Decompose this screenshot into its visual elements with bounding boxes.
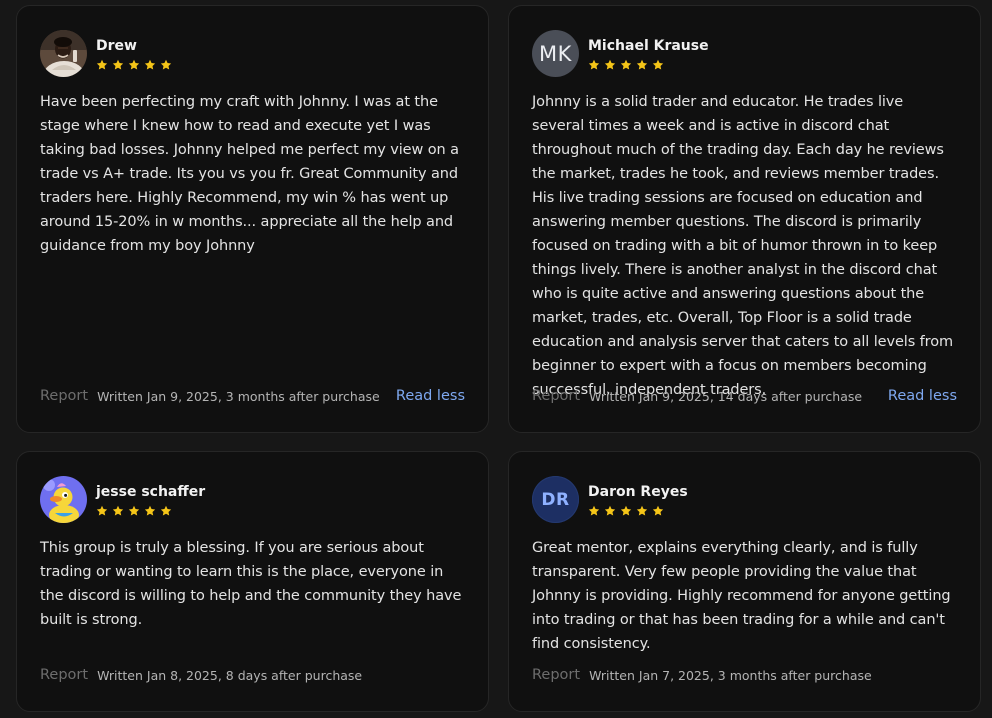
star-icon bbox=[620, 59, 632, 70]
star-icon bbox=[588, 505, 600, 516]
star-icon bbox=[144, 505, 156, 516]
review-card: Drew Have been perfecting my craft with … bbox=[16, 5, 489, 433]
reviewer-name: Michael Krause bbox=[588, 38, 709, 54]
star-icon bbox=[588, 59, 600, 70]
star-icon bbox=[112, 59, 124, 70]
avatar-initials: DR bbox=[541, 489, 570, 510]
star-icon bbox=[112, 505, 124, 516]
star-icon bbox=[160, 505, 172, 516]
review-footer: Report Written Jan 7, 2025, 3 months aft… bbox=[532, 663, 957, 687]
review-card: jesse schaffer This group is truly a ble… bbox=[16, 451, 489, 712]
avatar bbox=[40, 476, 87, 523]
review-text: Great mentor, explains everything clearl… bbox=[532, 540, 951, 652]
avatar: DR bbox=[532, 476, 579, 523]
review-footer: Report Written Jan 9, 2025, 3 months aft… bbox=[40, 384, 465, 408]
review-footer: Report Written Jan 8, 2025, 8 days after… bbox=[40, 663, 465, 687]
star-icon bbox=[144, 59, 156, 70]
star-icon bbox=[604, 59, 616, 70]
star-icon bbox=[636, 505, 648, 516]
written-date: Written Jan 8, 2025, 8 days after purcha… bbox=[97, 667, 363, 683]
review-card: DR Daron Reyes Great mentor, explains ev… bbox=[508, 451, 981, 712]
read-less-link[interactable]: Read less bbox=[888, 388, 957, 404]
star-icon bbox=[604, 505, 616, 516]
reviewer-name: Daron Reyes bbox=[588, 484, 688, 500]
avatar: MK bbox=[532, 30, 579, 77]
read-less-link[interactable]: Read less bbox=[396, 388, 465, 404]
written-date: Written Jan 9, 2025, 14 days after purch… bbox=[589, 388, 863, 404]
review-header: Drew bbox=[40, 30, 465, 78]
review-footer: Report Written Jan 9, 2025, 14 days afte… bbox=[532, 384, 957, 408]
star-icon bbox=[636, 59, 648, 70]
star-icon bbox=[160, 59, 172, 70]
review-card: MK Michael Krause Johnny is a solid trad… bbox=[508, 5, 981, 433]
star-icon bbox=[652, 505, 664, 516]
reviewer-name: Drew bbox=[96, 38, 137, 54]
review-header: DR Daron Reyes bbox=[532, 476, 957, 524]
star-rating bbox=[588, 59, 709, 71]
reviewer-name: jesse schaffer bbox=[96, 484, 206, 500]
review-text: This group is truly a blessing. If you a… bbox=[40, 540, 462, 628]
report-link[interactable]: Report bbox=[40, 667, 88, 683]
star-rating bbox=[96, 59, 172, 71]
review-header: jesse schaffer bbox=[40, 476, 465, 524]
star-icon bbox=[128, 505, 140, 516]
review-text: Have been perfecting my craft with Johnn… bbox=[40, 94, 459, 254]
star-icon bbox=[96, 59, 108, 70]
star-icon bbox=[652, 59, 664, 70]
star-icon bbox=[620, 505, 632, 516]
report-link[interactable]: Report bbox=[532, 667, 580, 683]
star-rating bbox=[96, 505, 205, 517]
review-text: Johnny is a solid trader and educator. H… bbox=[532, 94, 954, 398]
star-icon bbox=[128, 59, 140, 70]
review-header: MK Michael Krause bbox=[532, 30, 957, 78]
avatar bbox=[40, 30, 87, 77]
written-date: Written Jan 7, 2025, 3 months after purc… bbox=[589, 667, 872, 683]
written-date: Written Jan 9, 2025, 3 months after purc… bbox=[97, 388, 380, 404]
avatar-initials: MK bbox=[539, 41, 572, 66]
star-icon bbox=[96, 505, 108, 516]
star-rating bbox=[588, 505, 688, 517]
report-link[interactable]: Report bbox=[532, 388, 580, 404]
report-link[interactable]: Report bbox=[40, 388, 88, 404]
